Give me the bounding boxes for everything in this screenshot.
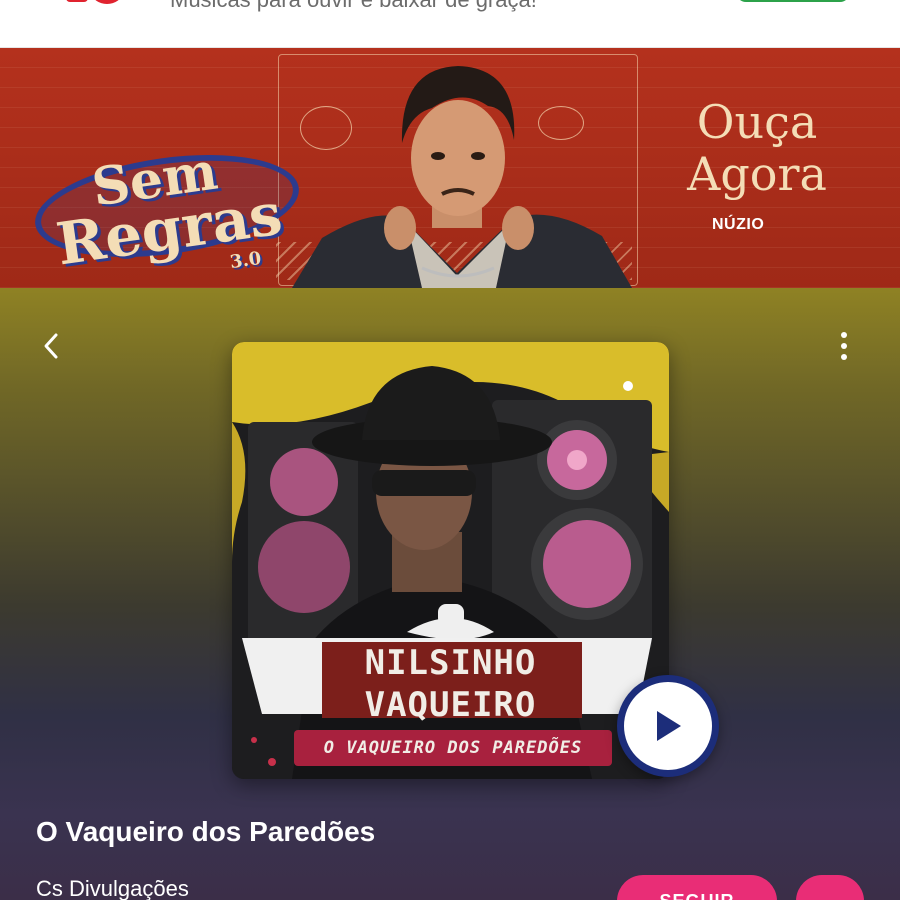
album-player: NILSINHO VAQUEIRO O VAQUEIRO DOS PAREDÕE…: [0, 288, 900, 900]
secondary-action-button[interactable]: [796, 875, 864, 900]
album-title: O Vaqueiro dos Paredões: [36, 816, 376, 847]
banner-artist-name: NÚZIO: [712, 216, 765, 233]
more-options-button[interactable]: [826, 328, 862, 364]
header-action-button[interactable]: [736, 0, 850, 2]
more-vertical-icon: [841, 332, 847, 360]
play-icon: [657, 711, 681, 741]
cover-album-subtitle: O VAQUEIRO DOS PAREDÕES: [294, 730, 612, 766]
banner-cta: Ouça Agora: [662, 96, 852, 200]
site-logo[interactable]: [66, 0, 132, 8]
follow-button[interactable]: SEGUIR: [617, 875, 777, 900]
site-tagline: Músicas para ouvir e baixar de graça!: [170, 0, 537, 13]
chevron-left-icon: [44, 333, 58, 359]
cover-artist-line-2: VAQUEIRO: [364, 685, 537, 725]
album-author[interactable]: Cs Divulgações: [36, 876, 189, 900]
artist-photo: [292, 66, 632, 288]
top-header: Músicas para ouvir e baixar de graça!: [0, 0, 900, 48]
play-button[interactable]: [617, 675, 719, 777]
cta-line-2: Agora: [687, 147, 827, 201]
logo-version: 3.0: [228, 247, 263, 274]
cover-artist-line-1: NILSINHO: [364, 643, 537, 683]
cta-line-1: Ouça: [696, 95, 818, 149]
sem-regras-logo: Sem Regras 3.0: [28, 139, 306, 278]
album-cover[interactable]: NILSINHO VAQUEIRO O VAQUEIRO DOS PAREDÕE…: [232, 342, 669, 779]
back-button[interactable]: [34, 328, 70, 364]
promo-banner[interactable]: Sem Regras 3.0 Ouça Agora NÚZIO: [0, 48, 900, 288]
